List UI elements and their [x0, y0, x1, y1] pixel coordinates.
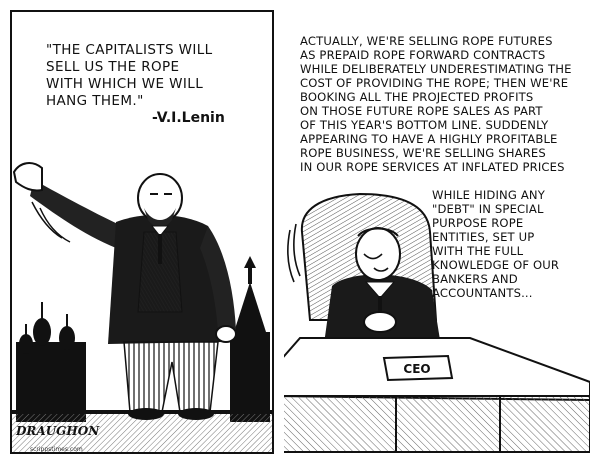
ceo-desk: [284, 337, 590, 453]
ceo-monologue-bottom: while hiding any "debt" in special purpo…: [432, 188, 560, 300]
kremlin-right-tower: [230, 256, 270, 422]
cartoon-page: "The capitalists will sell us the rope w…: [0, 0, 600, 468]
lenin-panel: "The capitalists will sell us the rope w…: [10, 10, 274, 454]
lenin-quote: "The capitalists will sell us the rope w…: [46, 42, 213, 109]
desk-sign-label: CEO: [403, 362, 431, 376]
artist-signature-sub: scrippstimes.com: [30, 446, 83, 453]
artist-signature: DRAUGHON: [16, 424, 100, 438]
ceo-monologue-top: Actually, we're selling rope futures as …: [300, 34, 572, 174]
ceo-panel: Actually, we're selling rope futures as …: [284, 10, 590, 454]
lenin-attribution: -V.I.Lenin: [152, 110, 225, 126]
kremlin-left-silhouette: [16, 302, 86, 422]
